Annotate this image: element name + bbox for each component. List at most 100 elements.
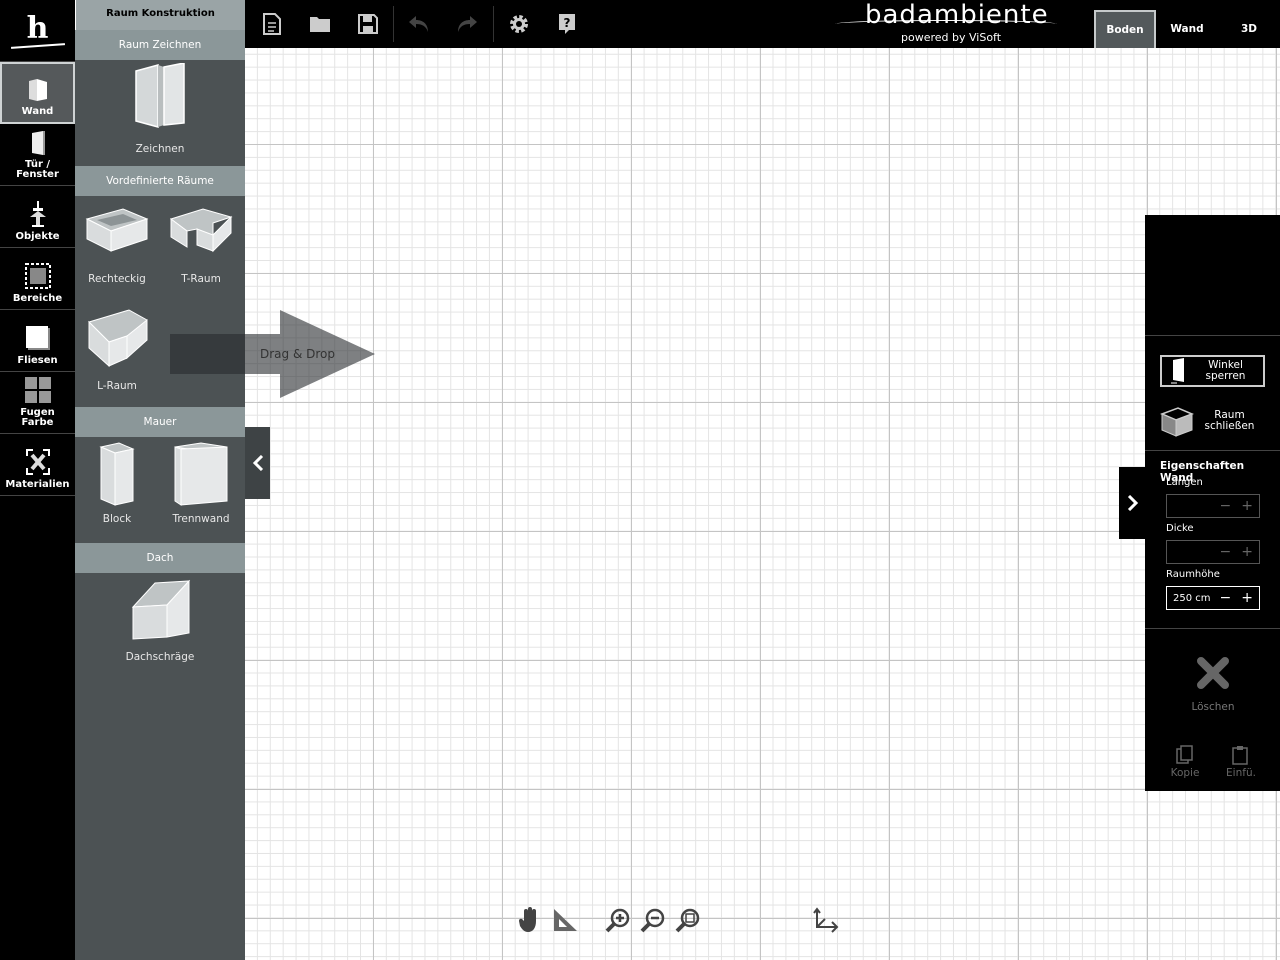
help-icon: ? [559,14,575,34]
materials-icon [25,449,50,475]
rail-item-tuer-fenster[interactable]: Tür / Fenster [0,124,75,186]
grout-color-icon [24,377,51,403]
plus-icon[interactable]: + [1241,590,1253,606]
open-file-button[interactable] [308,12,332,36]
rail-label: Materialien [5,479,70,490]
area-icon [24,263,51,289]
item-trennwand[interactable]: Trennwand [161,441,241,525]
copy-button[interactable]: Kopie [1165,745,1205,779]
drag-drop-hint: Drag & Drop [170,308,380,400]
brand-name: badambiente [865,0,1049,30]
pan-tool-button[interactable] [516,906,544,934]
item-label: T-Raum [181,273,221,285]
gear-icon [510,15,528,33]
help-button[interactable]: ? [555,12,579,36]
collapse-properties-button[interactable] [1119,467,1146,539]
block-icon [99,442,135,506]
sloped-roof-icon [131,579,191,640]
item-l-raum[interactable]: L-Raum [77,306,157,392]
chevron-left-icon [252,455,263,471]
zoom-in-button[interactable] [604,906,632,934]
paste-icon [1232,746,1248,765]
redo-icon [458,16,477,32]
item-zeichnen[interactable]: Zeichnen [120,63,200,155]
item-t-raum[interactable]: T-Raum [161,205,241,285]
settings-button[interactable] [507,12,531,36]
new-file-button[interactable] [260,12,284,36]
length-label: Längen [1166,477,1203,488]
lock-angle-button[interactable]: Winkel sperren [1160,355,1265,387]
rail-label: Tür / Fenster [16,159,59,180]
left-rail: h Wand Tür / Fenster Objekte Bereiche Fl… [0,0,75,960]
door-icon [31,131,45,155]
thickness-label: Dicke [1166,523,1194,534]
zoom-out-button[interactable] [639,906,667,934]
zoom-fit-button[interactable] [674,906,702,934]
tab-wand[interactable]: Wand [1156,10,1218,48]
brand-logo: badambiente powered by ViSoft [835,0,1065,48]
minus-icon[interactable]: − [1220,498,1232,514]
drag-drop-label: Drag & Drop [260,347,335,361]
lock-wall-icon [1171,358,1184,384]
paste-label: Einfü. [1226,767,1256,779]
close-room-icon [1160,407,1194,437]
tab-3d[interactable]: 3D [1218,10,1280,48]
thickness-field[interactable]: − + [1166,540,1260,564]
room-height-field[interactable]: 250 cm − + [1166,586,1260,610]
item-label: Trennwand [172,513,230,525]
rail-label: Wand [21,106,54,117]
tab-boden[interactable]: Boden [1094,10,1156,48]
copy-label: Kopie [1170,767,1200,779]
rail-item-objekte[interactable]: Objekte [0,186,75,248]
panel-title: Raum Konstruktion [75,0,245,30]
close-room-label: Raum schließen [1204,409,1255,432]
rail-item-materialien[interactable]: Materialien [0,434,75,496]
section-raum-zeichnen: Raum Zeichnen [75,30,245,60]
item-rechteckig[interactable]: Rechteckig [77,205,157,285]
delete-button[interactable]: Löschen [1183,655,1243,713]
length-field[interactable]: − + [1166,494,1260,518]
svg-text:?: ? [564,16,571,30]
rail-item-fugen-farbe[interactable]: Fugen Farbe [0,372,75,434]
collapse-panel-button[interactable] [245,427,270,499]
rail-label: Fliesen [17,355,58,366]
app-root: h Wand Tür / Fenster Objekte Bereiche Fl… [0,0,1280,960]
minus-icon[interactable]: − [1220,544,1232,560]
rail-item-fliesen[interactable]: Fliesen [0,310,75,372]
zoom-out-icon [640,908,665,933]
item-label: Rechteckig [88,273,146,285]
room-height-label: Raumhöhe [1166,569,1220,580]
plus-icon[interactable]: + [1241,498,1253,514]
rail-label: Bereiche [12,293,63,304]
save-icon [358,14,378,34]
l-room-icon [88,309,148,368]
construction-panel: Raum Konstruktion Raum Zeichnen Zeichnen… [75,0,245,960]
rail-label: Objekte [15,231,60,242]
section-mauer: Mauer [75,407,245,437]
save-button[interactable] [356,12,380,36]
close-room-button[interactable]: Raum schließen [1160,403,1265,439]
item-block[interactable]: Block [77,441,157,525]
lock-angle-label: Winkel sperren [1205,359,1246,382]
delete-icon [1197,657,1229,689]
app-logo: h [0,0,75,62]
rail-item-wand[interactable]: Wand [0,62,75,124]
undo-button[interactable] [407,12,431,36]
undo-icon [409,16,428,32]
draw-wall-icon [135,63,185,128]
copy-icon [1176,745,1193,764]
paste-button[interactable]: Einfü. [1221,745,1261,779]
view-tabs: Boden Wand 3D [1094,10,1280,48]
partition-wall-icon [174,442,228,506]
tile-icon [25,326,50,350]
faucet-icon [29,201,46,227]
rail-item-bereiche[interactable]: Bereiche [0,248,75,310]
item-dachschraege[interactable]: Dachschräge [120,579,200,663]
minus-icon[interactable]: − [1220,590,1232,606]
delete-label: Löschen [1191,701,1235,713]
measure-tool-button[interactable] [551,906,579,934]
room-height-value: 250 cm [1173,592,1211,604]
axis-tool-button[interactable] [812,906,840,934]
redo-button[interactable] [455,12,479,36]
plus-icon[interactable]: + [1241,544,1253,560]
